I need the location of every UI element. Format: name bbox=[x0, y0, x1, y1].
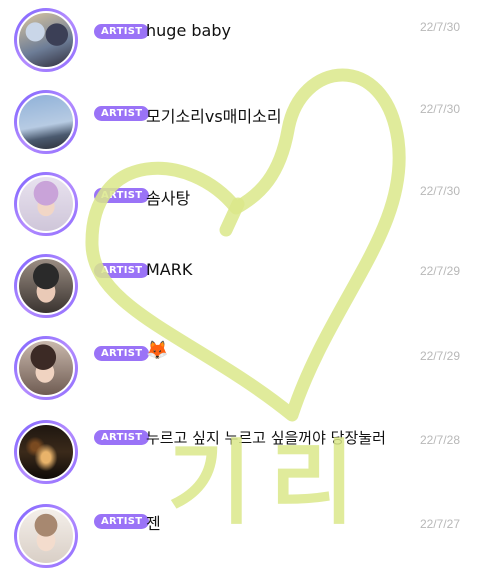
post-title: 모기소리vs매미소리 bbox=[146, 107, 282, 126]
feed-item[interactable]: ARTIST 모기소리vs매미소리 22/7/30 bbox=[0, 82, 480, 162]
artist-avatar[interactable] bbox=[14, 504, 78, 568]
post-date: 22/7/29 bbox=[419, 264, 460, 278]
feed-item[interactable]: ARTIST MARK 22/7/29 bbox=[0, 246, 480, 326]
post-title: 솜사탕 bbox=[146, 189, 191, 208]
post-date: 22/7/30 bbox=[419, 20, 460, 34]
artist-badge: ARTIST bbox=[94, 514, 150, 529]
post-date: 22/7/30 bbox=[419, 102, 460, 116]
post-title: MARK bbox=[146, 260, 193, 279]
post-title: 젠 bbox=[146, 514, 161, 533]
concert-photo-avatar-icon bbox=[17, 423, 75, 481]
artist-badge: ARTIST bbox=[94, 263, 150, 278]
feed-item[interactable]: ARTIST 젠 22/7/27 bbox=[0, 496, 480, 576]
post-title: huge baby bbox=[146, 21, 231, 40]
artist-avatar[interactable] bbox=[14, 172, 78, 236]
post-date: 22/7/28 bbox=[419, 433, 460, 447]
artist-avatar[interactable] bbox=[14, 90, 78, 154]
sky-photo-avatar-icon bbox=[17, 93, 75, 151]
artist-badge: ARTIST bbox=[94, 24, 150, 39]
post-title: 🦊 bbox=[146, 340, 169, 361]
artist-avatar[interactable] bbox=[14, 336, 78, 400]
feed-item[interactable]: ARTIST 🦊 22/7/29 bbox=[0, 328, 480, 408]
post-date: 22/7/27 bbox=[419, 517, 460, 531]
artist-post-feed: ARTIST huge baby 22/7/30 ARTIST 모기소리vs매미… bbox=[0, 0, 480, 583]
post-date: 22/7/29 bbox=[419, 349, 460, 363]
post-date: 22/7/30 bbox=[419, 184, 460, 198]
portrait-avatar-icon bbox=[17, 339, 75, 397]
group-photo-avatar-icon bbox=[17, 11, 75, 69]
feed-item[interactable]: ARTIST huge baby 22/7/30 bbox=[0, 0, 480, 80]
artist-avatar[interactable] bbox=[14, 254, 78, 318]
artist-badge: ARTIST bbox=[94, 188, 150, 203]
post-title: 누르고 싶지 누르고 싶을꺼야 당장눌러 bbox=[146, 429, 386, 447]
feed-item[interactable]: ARTIST 누르고 싶지 누르고 싶을꺼야 당장눌러 22/7/28 bbox=[0, 412, 480, 492]
artist-avatar[interactable] bbox=[14, 420, 78, 484]
artist-badge: ARTIST bbox=[94, 346, 150, 361]
artist-badge: ARTIST bbox=[94, 430, 150, 445]
feed-item[interactable]: ARTIST 솜사탕 22/7/30 bbox=[0, 164, 480, 244]
portrait-avatar-icon bbox=[17, 257, 75, 315]
portrait-avatar-icon bbox=[17, 175, 75, 233]
artist-badge: ARTIST bbox=[94, 106, 150, 121]
portrait-avatar-icon bbox=[17, 507, 75, 565]
artist-avatar[interactable] bbox=[14, 8, 78, 72]
